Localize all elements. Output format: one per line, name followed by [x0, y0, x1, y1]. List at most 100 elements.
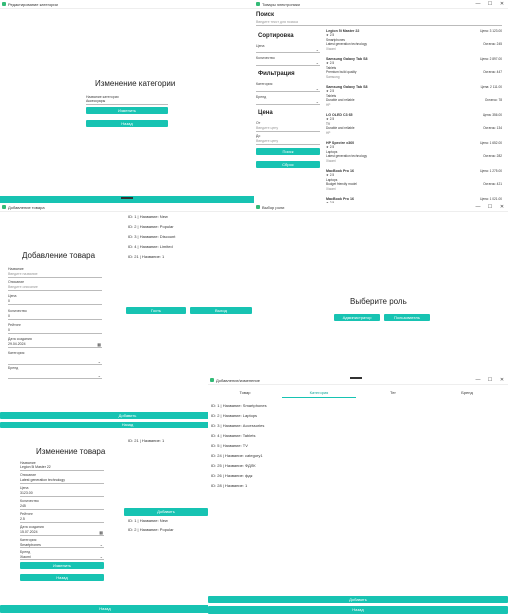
edit-product-window: Изменение товара Название Legion 5i Mast… — [0, 430, 210, 615]
brand-select[interactable]: Xiaomi ⌄ — [20, 554, 104, 560]
list-item[interactable]: ID: 4 | Название: Tablets — [211, 433, 255, 438]
role-guest-button[interactable]: Гость — [126, 307, 186, 314]
back-button[interactable]: Назад — [20, 574, 104, 581]
list-item[interactable]: ID: 24 | Название: category1 — [211, 453, 263, 458]
product-brand: Xiaomi — [326, 46, 336, 51]
price-input[interactable]: 3123.00 — [20, 491, 104, 497]
admin-role-button[interactable]: Администратор — [334, 314, 380, 321]
brand-select[interactable]: ⌄ — [8, 373, 102, 379]
list-item[interactable]: ID: 2 | Название: Laptops — [211, 413, 257, 418]
list-item[interactable]: ID: 26 | Название: фдк — [211, 473, 252, 478]
chevron-down-icon: ⌄ — [99, 542, 103, 547]
name-input[interactable]: Аксессуары — [86, 99, 168, 105]
product-card[interactable]: LG OLED C3 65 ★ 2.5 TV Durable and reliable… — [326, 113, 502, 135]
category-label: Категория — [20, 538, 37, 542]
quantity-input[interactable]: 245 — [20, 504, 104, 510]
minimize-icon[interactable]: — — [472, 203, 484, 211]
list-item[interactable]: ID: 2 | Название: Popular — [128, 527, 174, 532]
list-item[interactable]: ID: 3 | Название: Accessories — [211, 423, 264, 428]
list-item[interactable]: ID: 25 | Название: ФДЛК — [211, 463, 256, 468]
list-item[interactable]: ID: 3 | Название: Discount — [128, 234, 175, 239]
quantity-input[interactable]: 0 — [8, 314, 102, 320]
app-icon — [2, 205, 6, 209]
list-item[interactable]: ID: 1 | Название: Smartphones — [211, 403, 267, 408]
date-input[interactable]: 29.04.2024 ▦ — [8, 342, 102, 348]
filter-brand-select[interactable]: ⌄ — [256, 99, 320, 105]
sort-heading: Сортировка — [258, 33, 294, 39]
brand-label: Бренд — [20, 550, 31, 554]
search-button[interactable]: Поиск — [256, 148, 320, 155]
page-title: Изменение категории — [95, 79, 176, 88]
reset-button[interactable]: Сброс — [256, 161, 320, 168]
category-select[interactable]: Smartphones ⌄ — [20, 542, 104, 548]
tab-tag[interactable]: Тег — [356, 390, 430, 395]
list-item[interactable]: ID: 28 | Название: 1 — [211, 483, 247, 488]
tab-brand[interactable]: Бренд — [430, 390, 504, 395]
price-input[interactable]: 0 — [8, 299, 102, 305]
window-controls: — ☐ ✕ — [472, 203, 508, 211]
product-price: Цена: 3 123.00 — [480, 29, 502, 33]
list-item[interactable]: ID: 1 | Название: New — [128, 214, 168, 219]
save-button[interactable]: Изменить — [20, 562, 104, 569]
list-item[interactable]: ID: 1 | Название: New — [128, 518, 168, 523]
bottom-back-bar[interactable]: Назад — [0, 605, 210, 613]
tab-category[interactable]: Категория — [282, 390, 356, 395]
product-price: Цена: 1 652.00 — [480, 141, 502, 145]
chevron-down-icon: ⌄ — [315, 99, 319, 104]
divider — [121, 197, 133, 199]
window-title: Добавление/изменение — [216, 377, 260, 383]
description-input[interactable]: Введите описание — [8, 285, 102, 291]
list-item[interactable]: ID: 5 | Название: TV — [211, 443, 248, 448]
search-input[interactable]: Введите текст для поиска — [256, 20, 502, 26]
close-icon[interactable]: ✕ — [496, 0, 508, 8]
product-brand: HP — [326, 102, 331, 107]
chevron-down-icon: ⌄ — [315, 47, 319, 52]
calendar-icon[interactable]: ▦ — [99, 530, 103, 535]
maximize-icon[interactable]: ☐ — [484, 0, 496, 8]
rating-input[interactable]: 0 — [8, 328, 102, 334]
sort-qty-select[interactable]: ⌄ — [256, 60, 320, 66]
list-item[interactable]: ID: 2 | Название: Popular — [128, 224, 174, 229]
product-stock: Остаток: 447 — [483, 70, 502, 74]
add-tag-button[interactable]: Добавить — [124, 508, 208, 516]
back-button[interactable]: Назад — [208, 606, 508, 614]
name-input[interactable]: Legion 5i Master 22 — [20, 465, 104, 471]
product-card[interactable]: HP Spectre x360 ★ 2.5 Laptops Latest genera… — [326, 141, 502, 163]
list-item[interactable]: ID: 21 | Название: 1 — [128, 254, 164, 259]
maximize-icon[interactable]: ☐ — [484, 376, 496, 384]
rating-label: Рейтинг — [20, 512, 33, 516]
minimize-icon[interactable]: — — [472, 376, 484, 384]
price-from-input[interactable]: Введите цену — [256, 126, 320, 132]
price-to-input[interactable]: Введите цену — [256, 139, 320, 145]
filter-heading: Фильтрация — [258, 71, 295, 77]
name-input[interactable]: Введите название — [8, 272, 102, 278]
product-card[interactable]: Samsung Galaxy Tab S8 ★ 2.5 Tablets Premium… — [326, 57, 502, 79]
maximize-icon[interactable]: ☐ — [484, 203, 496, 211]
category-select[interactable]: ⌄ — [8, 359, 102, 365]
minimize-icon[interactable]: — — [472, 0, 484, 8]
tab-product[interactable]: Товар — [208, 390, 282, 395]
brand-label: Бренд — [8, 366, 19, 370]
product-card[interactable]: MacBook Pro 16 ★ 2.5 Laptops Budget friendl… — [326, 169, 502, 191]
quantity-label: Количество — [8, 309, 27, 313]
sort-price-select[interactable]: ⌄ — [256, 47, 320, 53]
product-price: Цена: 356.00 — [482, 113, 502, 117]
close-icon[interactable]: ✕ — [496, 203, 508, 211]
product-stock: Остаток: 245 — [483, 42, 502, 46]
list-item[interactable]: ID: 21 | Название: 1 — [128, 438, 164, 443]
add-button[interactable]: Добавить — [208, 596, 508, 603]
list-item[interactable]: ID: 4 | Название: Limited — [128, 244, 173, 249]
filter-category-select[interactable]: ⌄ — [256, 86, 320, 92]
back-button[interactable]: Назад — [86, 120, 168, 127]
close-icon[interactable]: ✕ — [496, 376, 508, 384]
description-input[interactable]: Latest generation technology — [20, 478, 104, 484]
titlebar: Редактирование категории — [0, 0, 255, 9]
save-button[interactable]: Изменить — [86, 107, 168, 114]
product-card[interactable]: Samsung Galaxy Tab S8 ★ 2.5 Tablets Durable… — [326, 85, 502, 107]
rating-input[interactable]: 2.5 — [20, 517, 104, 523]
user-role-button[interactable]: Пользователь — [384, 314, 430, 321]
role-exit-button[interactable]: Выход — [190, 307, 252, 314]
product-card[interactable]: Legion 5i Master 22 ★ 2.5 Smartphones Lates… — [326, 29, 502, 51]
calendar-icon[interactable]: ▦ — [97, 342, 101, 347]
date-input[interactable]: 15.07.2024 ▦ — [20, 530, 104, 536]
